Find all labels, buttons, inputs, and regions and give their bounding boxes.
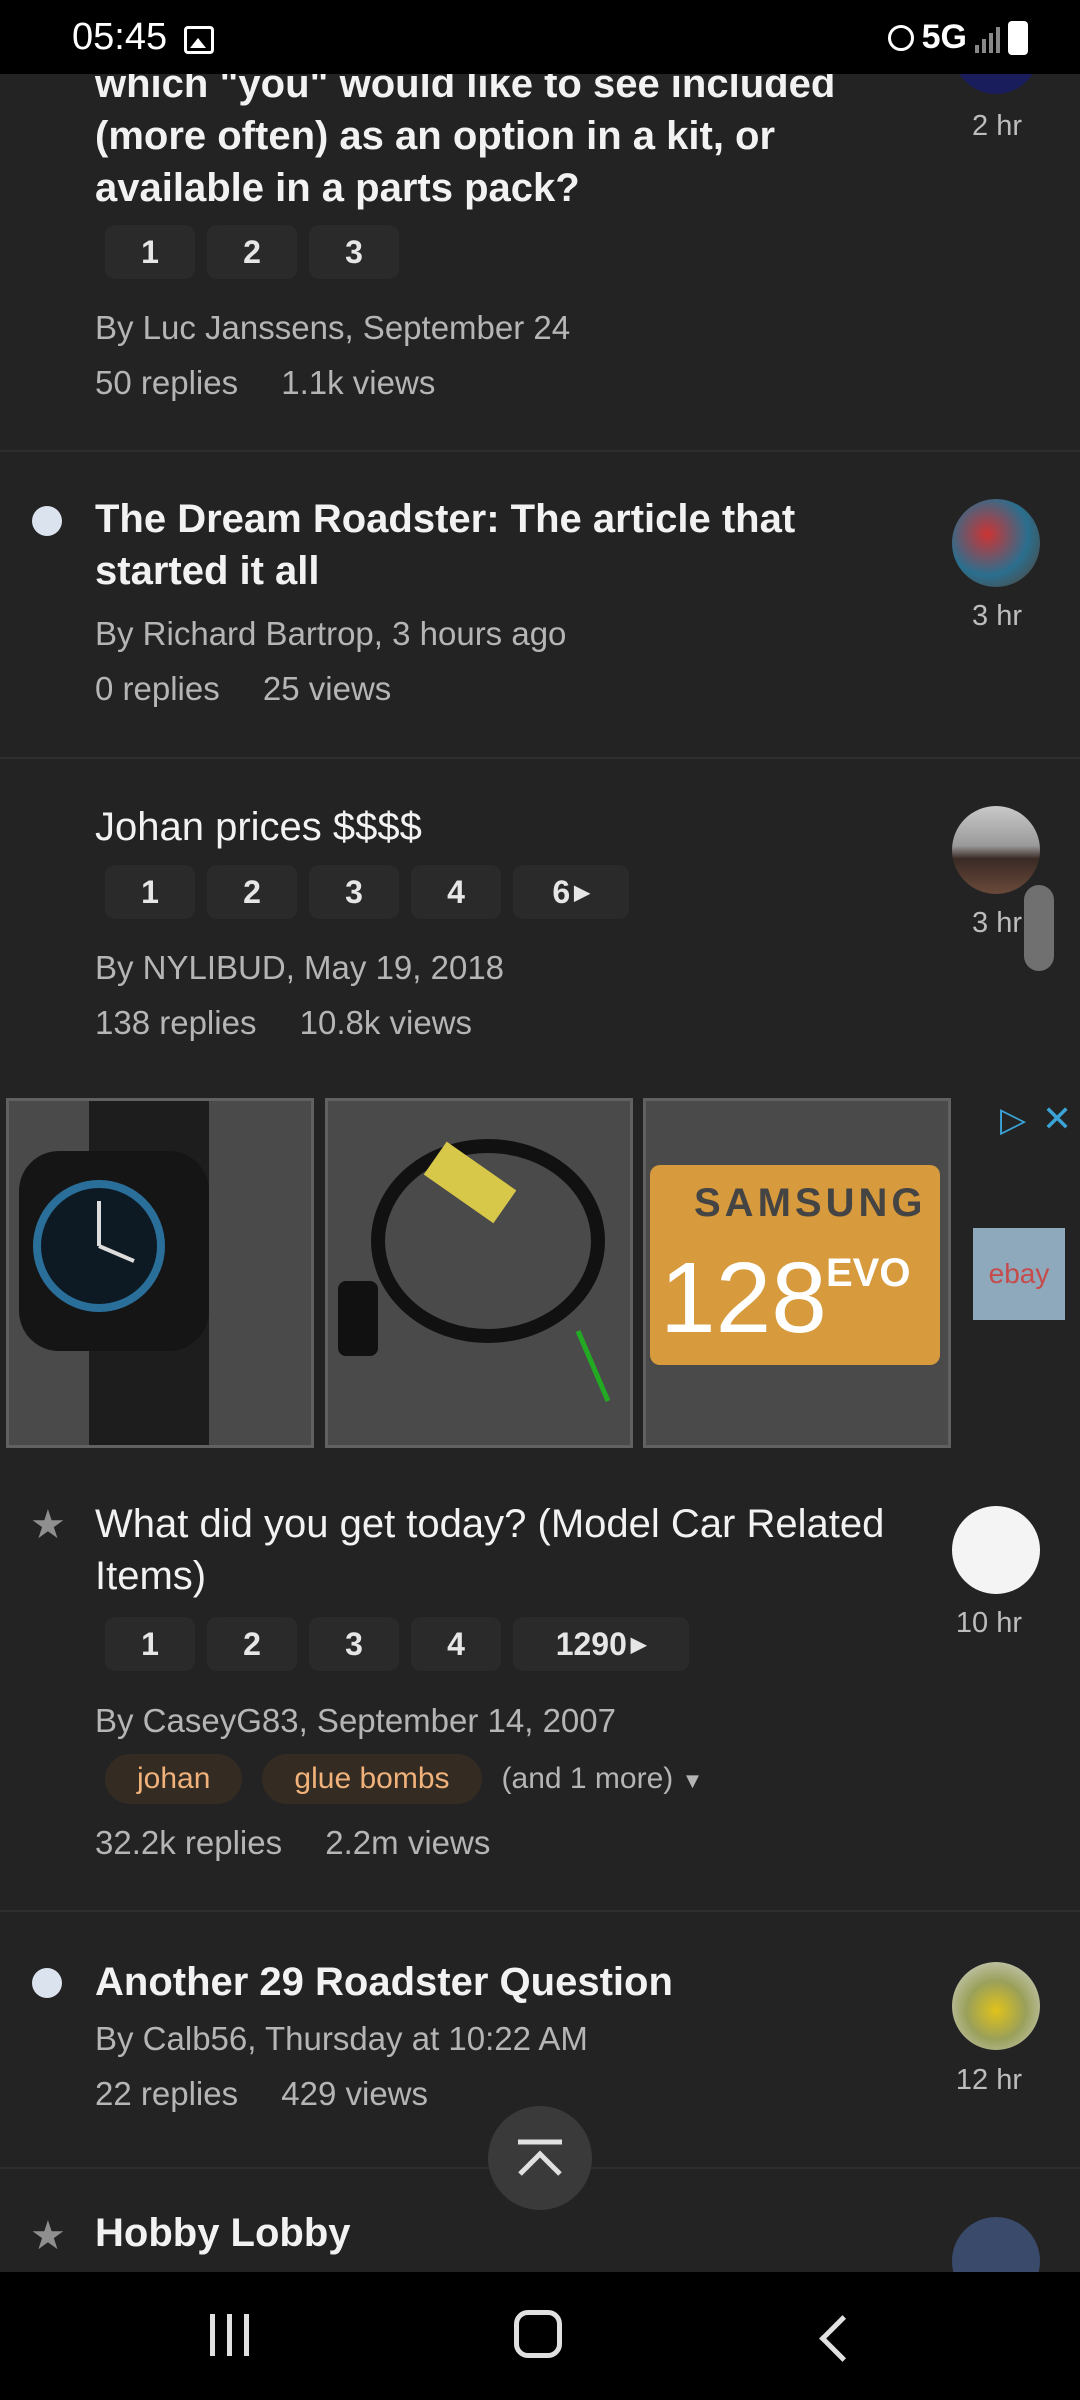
pagination: 1 2 3 4 6 ▶ — [105, 865, 629, 919]
unread-indicator-icon — [32, 1968, 62, 1998]
tag-list: johan glue bombs (and 1 more) ▼ — [105, 1754, 703, 1804]
star-icon: ★ — [30, 2214, 66, 2258]
page-button[interactable]: 2 — [207, 225, 297, 279]
reply-count: 50 replies — [95, 364, 239, 401]
tag[interactable]: johan — [105, 1754, 243, 1804]
ad-product-sdcard[interactable]: SAMSUNG 128 EVO — [643, 1098, 951, 1448]
topic-title[interactable]: The Dream Roadster: The article that sta… — [95, 493, 895, 597]
topic-stats: 32.2k replies 2.2m views — [95, 1824, 524, 1862]
topic-row[interactable]: ★ What did you get today? (Model Car Rel… — [0, 1454, 1080, 1912]
recents-icon[interactable] — [210, 2314, 249, 2356]
topic-byline[interactable]: By CaseyG83, September 14, 2007 — [95, 1702, 616, 1740]
topic-byline[interactable]: By Richard Bartrop, 3 hours ago — [95, 615, 566, 653]
close-icon[interactable]: ✕ — [1042, 1098, 1072, 1140]
scroll-to-top-button[interactable] — [488, 2106, 592, 2210]
page-button[interactable]: 1 — [105, 865, 195, 919]
ad-product-cable[interactable] — [325, 1098, 633, 1448]
page-button[interactable]: 1 — [105, 1617, 195, 1671]
sdcard-capacity: 128 — [660, 1242, 827, 1354]
topic-age: 2 hr — [972, 110, 1022, 142]
topic-row[interactable]: The Dream Roadster: The article that sta… — [0, 452, 1080, 759]
topic-title[interactable]: What did you get today? (Model Car Relat… — [95, 1498, 895, 1602]
topic-row[interactable]: Johan prices $$$$ 3 hr 1 2 3 4 6 ▶ By NYL… — [0, 759, 1080, 1094]
topic-age: 12 hr — [955, 2064, 1022, 2096]
home-icon[interactable] — [514, 2310, 562, 2358]
topic-stats: 138 replies 10.8k views — [95, 1004, 506, 1042]
page-button[interactable]: 4 — [411, 1617, 501, 1671]
reply-count: 32.2k replies — [95, 1824, 283, 1861]
sdcard-model: EVO — [826, 1251, 911, 1295]
topic-age: 3 hr — [972, 600, 1022, 632]
status-time: 05:45 — [72, 16, 168, 58]
power-cable-image — [338, 1139, 611, 1402]
page-button[interactable]: 2 — [207, 865, 297, 919]
view-count: 429 views — [281, 2075, 429, 2112]
topic-age: 10 hr — [955, 1607, 1022, 1639]
pagination: 1 2 3 4 1290 ▶ — [105, 1617, 689, 1671]
view-count: 1.1k views — [281, 364, 436, 401]
gallery-notification-icon — [184, 26, 214, 54]
ebay-logo[interactable]: ebay — [973, 1228, 1065, 1320]
topic-stats: 0 replies 25 views — [95, 670, 425, 708]
caret-right-icon: ▶ — [574, 881, 590, 904]
page-button[interactable]: 1 — [105, 225, 195, 279]
pagination: 1 2 3 — [105, 225, 399, 279]
topic-byline[interactable]: By Calb56, Thursday at 10:22 AM — [95, 2020, 588, 2058]
topic-title[interactable]: Another 29 Roadster Question — [95, 1956, 895, 2008]
avatar — [952, 1962, 1040, 2050]
last-page-button[interactable]: 6 ▶ — [513, 865, 629, 919]
tag[interactable]: glue bombs — [262, 1754, 482, 1804]
topic-title[interactable]: Johan prices $$$$ — [95, 801, 895, 853]
avatar — [952, 1506, 1040, 1594]
chevron-up-icon — [518, 2139, 562, 2176]
page-button[interactable]: 3 — [309, 865, 399, 919]
ad-product-watch[interactable] — [6, 1098, 314, 1448]
topic-title[interactable]: Hobby Lobby — [95, 2207, 895, 2259]
ad-banner[interactable]: SAMSUNG 128 EVO ▷ ✕ ebay — [0, 1096, 1080, 1454]
reply-count: 22 replies — [95, 2075, 239, 2112]
topic-age: 3 hr — [972, 907, 1022, 939]
topic-stats: 22 replies 429 views — [95, 2075, 462, 2113]
avatar — [952, 806, 1040, 894]
network-type: 5G — [921, 18, 967, 56]
last-page-button[interactable]: 1290 ▶ — [513, 1617, 689, 1671]
smartwatch-image — [19, 1101, 209, 1445]
reply-count: 0 replies — [95, 670, 220, 707]
view-count: 25 views — [262, 670, 392, 707]
system-nav-bar — [0, 2272, 1080, 2400]
scrollbar-thumb[interactable] — [1024, 885, 1054, 971]
caret-right-icon: ▶ — [630, 1633, 647, 1656]
view-count: 10.8k views — [299, 1004, 473, 1041]
status-icons: 5G — [887, 18, 1028, 57]
topic-byline[interactable]: By NYLIBUD, May 19, 2018 — [95, 949, 504, 987]
sdcard-brand: SAMSUNG — [694, 1181, 927, 1225]
avatar — [952, 2217, 1040, 2272]
topic-title[interactable]: which "you" would like to see included (… — [95, 58, 895, 214]
avatar — [952, 499, 1040, 587]
ad-choices-icon[interactable]: ▷ — [1000, 1100, 1026, 1140]
more-tags-toggle[interactable]: (and 1 more) ▼ — [502, 1762, 704, 1796]
page-button[interactable]: 2 — [207, 1617, 297, 1671]
status-bar: 05:45 5G — [0, 0, 1080, 74]
page-number: 6 — [552, 873, 571, 910]
more-tags-label: (and 1 more) — [501, 1762, 674, 1795]
view-count: 2.2m views — [325, 1824, 491, 1861]
page-button[interactable]: 4 — [411, 865, 501, 919]
unread-indicator-icon — [32, 506, 62, 536]
back-icon[interactable] — [819, 2315, 866, 2362]
page-number: 1290 — [555, 1625, 627, 1662]
signal-icon — [975, 23, 1000, 53]
alarm-icon — [887, 24, 914, 51]
page-button[interactable]: 3 — [309, 225, 399, 279]
reply-count: 138 replies — [95, 1004, 257, 1041]
star-icon: ★ — [30, 1503, 66, 1547]
page-button[interactable]: 3 — [309, 1617, 399, 1671]
battery-icon — [1008, 20, 1028, 55]
topic-stats: 50 replies 1.1k views — [95, 364, 469, 402]
topic-byline[interactable]: By Luc Janssens, September 24 — [95, 309, 570, 347]
chevron-down-icon: ▼ — [681, 1768, 704, 1793]
